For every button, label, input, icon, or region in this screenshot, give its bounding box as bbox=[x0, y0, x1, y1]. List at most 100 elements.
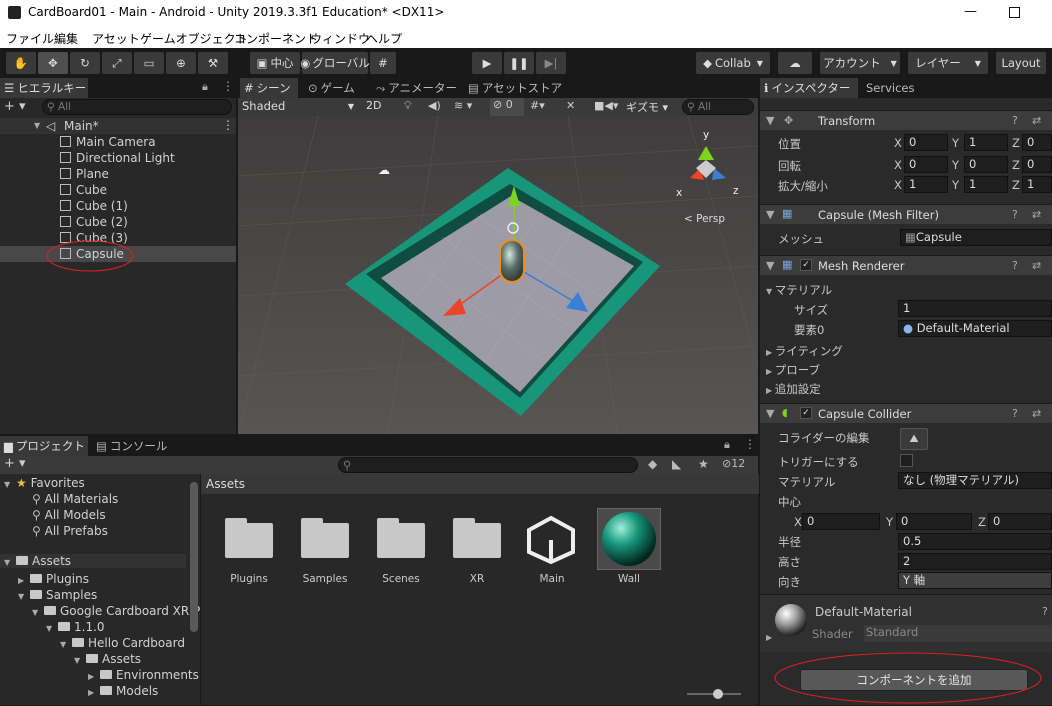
favorites-row[interactable]: ▼ ★ Favorites bbox=[4, 476, 85, 490]
capsule-collider-header[interactable]: ▼ ◖ ✓ Capsule Collider ? ⇄ bbox=[760, 403, 1052, 423]
project-search-input[interactable]: ⚲ bbox=[338, 457, 638, 473]
effects-dropdown-icon[interactable]: ≋ ▾ bbox=[454, 99, 472, 112]
project-create-dropdown[interactable]: + ▾ bbox=[4, 456, 26, 471]
scale-x-field[interactable]: 1 bbox=[904, 176, 948, 193]
favorite-all-materials[interactable]: ⚲ All Materials bbox=[32, 492, 118, 506]
tab-console[interactable]: ▤ コンソール bbox=[92, 436, 172, 456]
tree-item-plugins[interactable]: ▶ Plugins bbox=[18, 572, 89, 586]
menu-gameobject[interactable]: ゲームオブジェクト bbox=[140, 30, 248, 47]
lock-icon[interactable]: 🔒︎ bbox=[202, 80, 208, 94]
rotation-y-field[interactable]: 0 bbox=[964, 156, 1008, 173]
scene-menu-icon[interactable]: ⋮ bbox=[222, 118, 234, 132]
position-y-field[interactable]: 1 bbox=[964, 134, 1008, 151]
mesh-field[interactable]: ▦Capsule bbox=[900, 229, 1052, 246]
materials-foldout[interactable]: ▼ マテリアル bbox=[766, 282, 832, 298]
additional-settings-foldout[interactable]: ▶ 追加設定 bbox=[766, 381, 821, 397]
minimize-icon[interactable]: — bbox=[964, 4, 977, 19]
help-icon[interactable]: ? bbox=[1012, 407, 1018, 420]
panel-menu-icon[interactable]: ⋮ bbox=[744, 437, 756, 451]
settings-icon[interactable]: ⇄ bbox=[1032, 208, 1041, 221]
expand-arrow-icon[interactable]: ▼ bbox=[34, 121, 40, 130]
layers-dropdown[interactable]: レイヤー ▼ bbox=[908, 52, 988, 74]
mesh-filter-header[interactable]: ▼ ▦ Capsule (Mesh Filter) ? ⇄ bbox=[760, 204, 1052, 224]
move-tool-icon[interactable]: ✥ bbox=[38, 52, 68, 74]
tree-item-models[interactable]: ▶ Models bbox=[88, 684, 158, 698]
breadcrumb-assets[interactable]: Assets bbox=[206, 477, 245, 491]
shader-dropdown[interactable]: Standard bbox=[864, 625, 1052, 642]
scene-search-input[interactable]: ⚲ All bbox=[682, 99, 754, 115]
hierarchy-item-cube-1[interactable]: Cube (1) bbox=[0, 198, 236, 214]
center-y-field[interactable]: 0 bbox=[896, 513, 972, 530]
panel-menu-icon[interactable]: ⋮ bbox=[222, 79, 234, 93]
settings-icon[interactable]: ⇄ bbox=[1032, 407, 1041, 420]
custom-tool-icon[interactable]: ⚒ bbox=[198, 52, 228, 74]
tab-project[interactable]: ▆ プロジェクト bbox=[0, 436, 88, 456]
zoom-slider-thumb[interactable] bbox=[713, 689, 723, 699]
create-dropdown[interactable]: + ▾ bbox=[4, 99, 26, 114]
account-dropdown[interactable]: アカウント ▼ bbox=[820, 52, 900, 74]
pause-button[interactable]: ❚❚ bbox=[504, 52, 534, 74]
step-button[interactable]: ▶| bbox=[536, 52, 566, 74]
camera-dropdown-icon[interactable]: ■◀▾ bbox=[594, 99, 618, 112]
height-field[interactable]: 2 bbox=[898, 553, 1052, 570]
folder-icon[interactable] bbox=[225, 518, 273, 558]
tree-item-environments[interactable]: ▶ Environments bbox=[88, 668, 199, 682]
rotate-tool-icon[interactable]: ↻ bbox=[70, 52, 100, 74]
menu-window[interactable]: ウィンドウ bbox=[310, 30, 370, 47]
help-icon[interactable]: ? bbox=[1012, 259, 1018, 272]
scene-row[interactable]: ▼ ◁ Main* ⋮ bbox=[0, 118, 236, 134]
play-button[interactable]: ▶ bbox=[472, 52, 502, 74]
grid-dropdown-icon[interactable]: #▾ bbox=[530, 99, 545, 112]
favorite-star-icon[interactable]: ★ bbox=[698, 457, 709, 471]
scale-z-field[interactable]: 1 bbox=[1022, 176, 1052, 193]
menu-file[interactable]: ファイル bbox=[6, 30, 54, 47]
hidden-objects-toggle[interactable]: ⊘ 0 bbox=[490, 98, 524, 116]
hand-tool-icon[interactable]: ✋ bbox=[6, 52, 36, 74]
tab-services[interactable]: Services bbox=[862, 78, 932, 98]
tab-animator[interactable]: ⤳ アニメーター bbox=[372, 78, 462, 98]
tree-item-google-cardboard[interactable]: ▼ Google Cardboard XR Pl bbox=[32, 604, 204, 618]
folder-icon[interactable] bbox=[453, 518, 501, 558]
hierarchy-item-cube[interactable]: Cube bbox=[0, 182, 236, 198]
collider-enabled-checkbox[interactable]: ✓ bbox=[800, 407, 812, 419]
tree-item-hello-cardboard[interactable]: ▼ Hello Cardboard bbox=[60, 636, 185, 650]
folder-icon[interactable] bbox=[301, 518, 349, 558]
wall-material-thumb[interactable] bbox=[597, 508, 661, 570]
menu-component[interactable]: コンポーネント bbox=[234, 30, 318, 47]
help-icon[interactable]: ? bbox=[1042, 605, 1048, 618]
hierarchy-search-input[interactable]: ⚲ All bbox=[42, 99, 232, 115]
pivot-toggle[interactable]: ▣ 中心 bbox=[250, 52, 300, 74]
menu-assets[interactable]: アセット bbox=[92, 30, 140, 47]
collapse-arrow-icon[interactable]: ▼ bbox=[766, 114, 774, 127]
direction-dropdown[interactable]: Y 軸 bbox=[898, 572, 1052, 589]
layout-dropdown[interactable]: Layout bbox=[996, 52, 1046, 74]
help-icon[interactable]: ? bbox=[1012, 114, 1018, 127]
filter-type-icon[interactable]: ◆ bbox=[648, 457, 657, 471]
edit-collider-button[interactable]: ⛰︎ bbox=[900, 428, 928, 450]
maximize-icon[interactable] bbox=[1009, 7, 1020, 18]
lock-icon[interactable]: 🔒︎ bbox=[724, 438, 730, 452]
materials-size-field[interactable]: 1 bbox=[898, 300, 1052, 317]
tab-game[interactable]: ⊙ ゲーム bbox=[304, 78, 366, 98]
collapse-arrow-icon[interactable]: ▼ bbox=[766, 259, 774, 272]
position-z-field[interactable]: 0 bbox=[1022, 134, 1052, 151]
tree-item-version[interactable]: ▼ 1.1.0 bbox=[46, 620, 105, 634]
gizmos-dropdown[interactable]: ギズモ ▾ bbox=[626, 99, 668, 115]
expand-arrow-icon[interactable]: ▶ bbox=[766, 633, 772, 642]
settings-icon[interactable]: ⇄ bbox=[1032, 114, 1041, 127]
menu-help[interactable]: ヘルプ bbox=[366, 30, 402, 47]
tab-hierarchy[interactable]: ☰ ヒエラルキー bbox=[0, 78, 88, 98]
collapse-arrow-icon[interactable]: ▼ bbox=[766, 208, 774, 221]
unity-scene-icon[interactable] bbox=[525, 514, 577, 564]
scale-y-field[interactable]: 1 bbox=[964, 176, 1008, 193]
assets-root-row[interactable]: ▼ Assets bbox=[0, 554, 186, 568]
hierarchy-item-main-camera[interactable]: Main Camera bbox=[0, 134, 236, 150]
rotation-x-field[interactable]: 0 bbox=[904, 156, 948, 173]
global-toggle[interactable]: ◉ グローバル bbox=[300, 52, 370, 74]
settings-icon[interactable]: ⇄ bbox=[1032, 259, 1041, 272]
scale-tool-icon[interactable]: ⤢ bbox=[102, 52, 132, 74]
center-x-field[interactable]: 0 bbox=[802, 513, 880, 530]
tab-inspector[interactable]: ℹ インスペクター bbox=[760, 78, 858, 98]
shading-dropdown[interactable]: Shaded ▼ bbox=[242, 99, 356, 113]
favorite-all-prefabs[interactable]: ⚲ All Prefabs bbox=[32, 524, 108, 538]
